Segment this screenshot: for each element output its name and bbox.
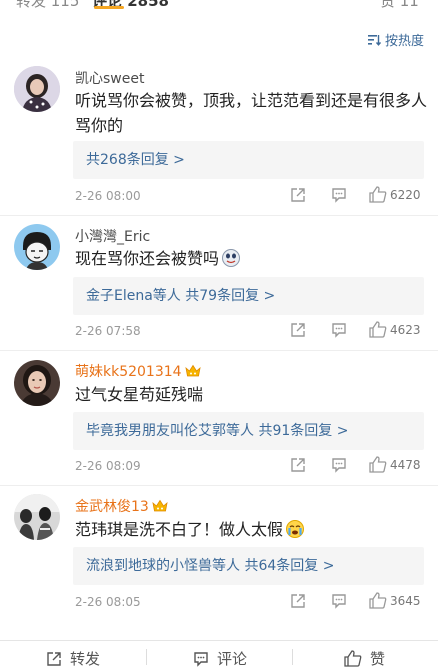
divider (0, 215, 438, 216)
comment-text-content: 现在骂你还会被赞吗 (75, 249, 220, 268)
replies-link[interactable]: 金子Elena等人 共79条回复 > (73, 277, 424, 315)
sort-by-heat-button[interactable]: 按热度 (367, 30, 424, 49)
comment-label: 评论 (217, 650, 248, 668)
share-button[interactable] (290, 457, 306, 473)
thumbs-up-icon (369, 186, 387, 203)
reply-button[interactable] (331, 187, 347, 203)
bar-separator (146, 649, 147, 665)
commenter-name[interactable]: 金武林俊13 (75, 496, 168, 516)
comment-button[interactable]: 评论 (193, 648, 247, 669)
thumbs-up-icon (369, 321, 387, 338)
divider (0, 350, 438, 351)
replies-link[interactable]: 共268条回复 > (73, 141, 424, 179)
reply-count: 共91条回复 > (258, 423, 349, 439)
comment-icon (194, 651, 208, 667)
like-button[interactable]: 4478 (369, 456, 421, 473)
like-label: 赞 (370, 650, 386, 668)
comment-time: 2-26 07:58 (75, 324, 141, 338)
repost-button[interactable]: 转发 (46, 648, 100, 669)
comment-time: 2-26 08:00 (75, 189, 141, 203)
like-button[interactable]: 4623 (369, 321, 421, 338)
replies-link[interactable]: 毕竟我男朋友叫伦艾郭等人 共91条回复 > (73, 412, 424, 450)
comment-icon (332, 323, 346, 338)
active-tab-indicator (94, 6, 124, 9)
share-button[interactable] (290, 593, 306, 609)
reply-button[interactable] (331, 457, 347, 473)
comment-text: 范玮琪是洗不白了！做人太假 (75, 517, 430, 542)
avatar[interactable] (14, 66, 60, 112)
comment-icon (332, 594, 346, 609)
like-count: 6220 (390, 187, 421, 202)
comment-text: 听说骂你会被赞，顶我，让范范看到还是有很多人骂你的 (75, 91, 428, 135)
crying-emoji-icon (286, 520, 305, 538)
share-icon (291, 323, 305, 337)
comment-time: 2-26 08:09 (75, 459, 141, 473)
reply-prefix: 毕竟我男朋友叫伦艾郭等人 (86, 423, 259, 439)
like-count: 4478 (390, 457, 421, 472)
sort-label: 按热度 (384, 34, 424, 49)
comment-icon (332, 458, 346, 473)
comment-text: 过气女星苟延残喘 (75, 385, 204, 404)
reply-button[interactable] (331, 593, 347, 609)
reply-prefix: 流浪到地球的小怪兽等人 (86, 558, 245, 574)
like-button[interactable]: 6220 (369, 186, 421, 203)
repost-label: 转发 (70, 650, 101, 668)
replies-link[interactable]: 流浪到地球的小怪兽等人 共64条回复 > (73, 547, 424, 585)
share-button[interactable] (290, 322, 306, 338)
divider (0, 485, 438, 486)
like-button[interactable]: 3645 (369, 592, 421, 609)
reply-count: 共79条回复 > (185, 288, 276, 304)
thumbs-up-icon (344, 650, 362, 667)
commenter-name[interactable]: 萌妹kk5201314 (75, 361, 201, 381)
bar-separator (292, 649, 293, 665)
reply-count: 共268条回复 > (86, 152, 185, 168)
share-icon (291, 594, 305, 608)
thumbs-up-icon (369, 456, 387, 473)
vip-crown-icon (184, 364, 201, 377)
doge-emoji-icon (222, 249, 241, 267)
commenter-name[interactable]: 凯心sweet (75, 68, 144, 88)
share-icon (291, 188, 305, 202)
vip-crown-icon (152, 499, 168, 512)
commenter-name-text: 金武林俊13 (75, 499, 149, 515)
comment-time: 2-26 08:05 (75, 595, 141, 609)
comment-text-content: 范玮琪是洗不白了！做人太假 (75, 520, 284, 539)
sort-icon (367, 34, 381, 46)
like-count: 3645 (390, 593, 421, 608)
share-icon (291, 458, 305, 472)
avatar[interactable] (14, 494, 60, 540)
reply-button[interactable] (331, 322, 347, 338)
comment-icon (332, 188, 346, 203)
comment-text: 现在骂你还会被赞吗 (75, 246, 430, 271)
tab-likes[interactable]: 赞 11 (380, 0, 419, 10)
commenter-name[interactable]: 小灣灣_Eric (75, 226, 150, 246)
tab-reposts[interactable]: 转发 115 (16, 0, 79, 10)
repost-icon (47, 651, 61, 666)
thumbs-up-icon (369, 592, 387, 609)
avatar[interactable] (14, 360, 60, 406)
reply-count: 共64条回复 > (244, 558, 335, 574)
like-post-button[interactable]: 赞 (344, 648, 385, 669)
share-button[interactable] (290, 187, 306, 203)
tab-bar: 转发 115 评论 2858 赞 11 (0, 0, 438, 10)
commenter-name-text: 萌妹kk5201314 (75, 364, 182, 380)
reply-prefix: 金子Elena等人 (86, 288, 186, 304)
bottom-action-bar: 转发 评论 赞 (0, 640, 438, 668)
like-count: 4623 (390, 322, 421, 337)
avatar[interactable] (14, 224, 60, 270)
